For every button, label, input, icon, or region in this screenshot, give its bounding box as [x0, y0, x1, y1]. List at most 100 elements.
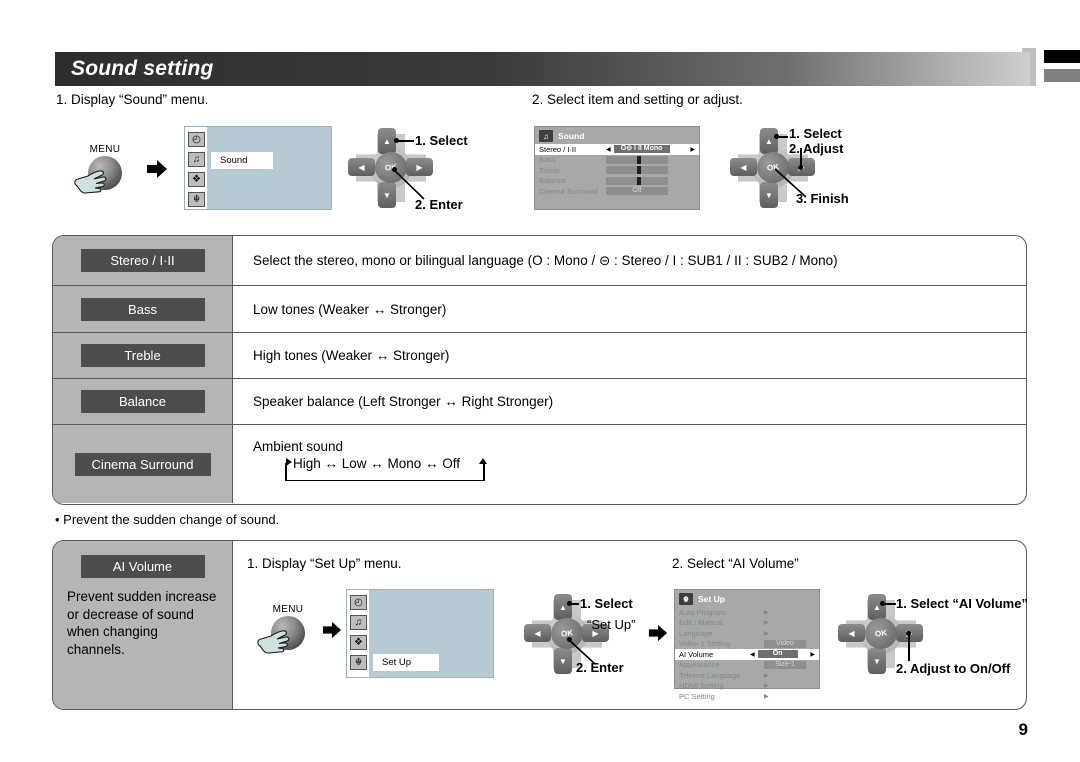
osd-row-language-label: Language [679, 628, 713, 638]
osd-row-ai-volume[interactable]: AI Volume ◀ On ▶ [675, 649, 819, 660]
osd-row-appearance-value: Size-1 [764, 660, 806, 669]
osd-row-auto-program[interactable]: Auto Program ▶ [675, 607, 819, 618]
osd-setup-title: Set Up [698, 594, 725, 604]
page-corner-tabs [1022, 48, 1080, 88]
chevron-right-icon: ▶ [764, 609, 769, 616]
dpad-left-button-1[interactable]: ◀ [348, 158, 375, 176]
osd-sound-menu: ♫ Sound Stereo / I·II ◀ O⊝ I II Mono ▶ B… [534, 126, 700, 210]
osd-row-treble-slider[interactable] [606, 166, 668, 175]
osd-row-video1-label: Video-1 Setting [679, 639, 731, 649]
osd-row-stereo[interactable]: Stereo / I·II ◀ O⊝ I II Mono ▶ [535, 144, 699, 155]
table-row-desc-cinema: Ambient sound [253, 438, 344, 454]
callout-adjust-2-text: 2. Adjust [789, 141, 844, 156]
osd-row-cinema-label: Cinema Surround [539, 186, 598, 196]
callout-select-4: 1. Select “AI Volume” [896, 596, 1028, 611]
menu-button-label-2: MENU [272, 604, 304, 615]
dpad-up-button-3[interactable]: ▲ [554, 594, 572, 620]
osd-row-hdmi-label: HDMI Setting [679, 681, 724, 691]
chevron-right-icon[interactable]: ▶ [810, 651, 815, 658]
flow-arrow-icon-3 [648, 624, 668, 642]
corner-tab-black [1044, 50, 1080, 63]
cinema-surround-cycle-diagram: High ↔ Low ↔ Mono ↔ Off [253, 456, 1026, 490]
callout-select-2: 1. Select [789, 126, 842, 141]
picture-icon[interactable]: ◴ [188, 132, 205, 147]
tv-menu-tooltip-sound: Sound [211, 152, 273, 169]
table-row-label-stereo: Stereo / I·II [80, 249, 205, 272]
page-title: Sound setting [71, 57, 214, 80]
callout-select-2-text: 1. Select [789, 126, 842, 141]
osd-row-bass-slider[interactable] [606, 155, 668, 164]
timer-icon[interactable]: ❖ [188, 172, 205, 187]
flow-arrow-icon-2 [322, 621, 342, 639]
osd-sound-title-row: ♫ Sound [535, 127, 699, 144]
osd-row-appearance-label: Appearance [679, 660, 720, 670]
osd-row-ai-volume-label: AI Volume [679, 649, 714, 659]
callout-line-select-2 [776, 136, 788, 138]
timer-icon[interactable]: ❖ [350, 635, 367, 650]
callout-line-select-1 [396, 140, 414, 142]
dpad-left-button-2[interactable]: ◀ [730, 158, 757, 176]
dpad-up-button-4[interactable]: ▲ [868, 594, 886, 620]
pointing-hand-icon-2 [257, 630, 290, 654]
chevron-right-icon[interactable]: ▶ [690, 146, 695, 153]
osd-row-ai-volume-value: On [757, 650, 798, 659]
osd-row-video1-setting[interactable]: Video-1 Setting Video [675, 639, 819, 650]
osd-row-balance-slider[interactable] [606, 176, 668, 185]
osd-setup-menu: ☬ Set Up Auto Program ▶ Edit / Manual ▶ … [674, 589, 820, 701]
osd-row-bass[interactable]: Bass [535, 155, 699, 166]
table-row-desc-bass: Low tones (Weaker ↔ Stronger) [253, 301, 447, 317]
sound-icon[interactable]: ♫ [188, 152, 205, 167]
osd-row-pc-setting[interactable]: PC Setting ▶ [675, 691, 819, 702]
dpad-down-button-4[interactable]: ▼ [868, 648, 886, 674]
osd-row-edit-manual[interactable]: Edit / Manual ▶ [675, 618, 819, 629]
osd-row-balance[interactable]: Balance [535, 176, 699, 187]
section1-step2-header: 2. Select item and setting or adjust. [532, 92, 743, 107]
dpad-left-button-3[interactable]: ◀ [524, 624, 551, 642]
table-row-desc-treble: High tones (Weaker ↔ Stronger) [253, 348, 450, 363]
tv-menu-tooltip-setup: Set Up [373, 654, 439, 671]
callout-enter-3: 2. Enter [576, 660, 624, 675]
osd-row-cinema-surround[interactable]: Cinema Surround Off [535, 186, 699, 197]
section2-step1-header: 1. Display “Set Up” menu. [247, 556, 402, 571]
osd-row-balance-label: Balance [539, 176, 567, 186]
menu-button-graphic-2[interactable]: MENU [257, 604, 305, 654]
table-row: Cinema Surround Ambient sound High ↔ Low… [53, 425, 1026, 503]
callout-adjust-2: 2. Adjust [789, 141, 843, 156]
menu-button-graphic-1[interactable]: MENU [74, 144, 122, 194]
table-row-desc-stereo: Select the stereo, mono or bilingual lan… [253, 252, 838, 268]
table-row-desc-balance: Speaker balance (Left Stronger ↔ Right S… [253, 394, 554, 409]
sound-icon[interactable]: ♫ [350, 615, 367, 630]
osd-row-auto-program-label: Auto Program [679, 607, 726, 617]
tv-screen-sound-menu: ◴ ♫ ❖ ☬ Sound [184, 126, 332, 210]
table-row-label-cell: Balance [53, 379, 233, 424]
page-number: 9 [1018, 720, 1028, 739]
callout-adjust-4: 2. Adjust to On/Off [896, 661, 1010, 676]
osd-row-treble[interactable]: Treble [535, 165, 699, 176]
chevron-left-icon[interactable]: ◀ [606, 146, 611, 153]
table-row: Balance Speaker balance (Left Stronger ↔… [53, 379, 1026, 425]
setup-icon[interactable]: ☬ [350, 655, 367, 670]
chevron-left-icon[interactable]: ◀ [750, 651, 755, 658]
setup-icon[interactable]: ☬ [188, 192, 205, 207]
osd-row-appearance[interactable]: Appearance Size-1 [675, 660, 819, 671]
dpad-up-button-2[interactable]: ▲ [760, 128, 778, 154]
setup-icon: ☬ [679, 593, 693, 605]
dpad-left-button-4[interactable]: ◀ [838, 624, 865, 642]
callout-line-select-4 [882, 603, 896, 605]
table-row-desc-cinema-cell: Ambient sound High ↔ Low ↔ Mono ↔ Off [233, 425, 1026, 503]
osd-row-teletext-language[interactable]: Teletext Language ▶ [675, 670, 819, 681]
osd-row-pc-setting-label: PC Setting [679, 691, 715, 701]
ai-volume-chip: AI Volume [80, 555, 205, 578]
osd-row-bass-label: Bass [539, 155, 556, 165]
cinema-surround-cycle-text: High ↔ Low ↔ Mono ↔ Off [293, 455, 461, 471]
picture-icon[interactable]: ◴ [350, 595, 367, 610]
table-row-label-cell: Treble [53, 333, 233, 378]
table-row: Treble High tones (Weaker ↔ Stronger) [53, 333, 1026, 379]
table-row: Bass Low tones (Weaker ↔ Stronger) [53, 286, 1026, 333]
osd-row-hdmi-setting[interactable]: HDMI Setting ▶ [675, 681, 819, 692]
table-row-label-bass: Bass [80, 297, 205, 321]
menu-button-label-1: MENU [89, 144, 121, 155]
table-row: Stereo / I·II Select the stereo, mono or… [53, 236, 1026, 286]
callout-select-1-text: 1. Select [415, 133, 468, 148]
osd-row-language[interactable]: Language ▶ [675, 628, 819, 639]
